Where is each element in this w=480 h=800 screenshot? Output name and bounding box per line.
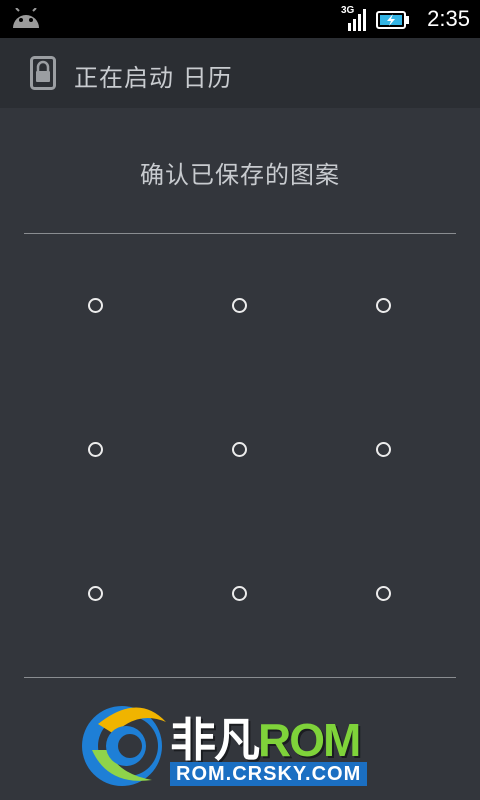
bottom-divider (24, 677, 456, 678)
battery-charging-icon (376, 11, 409, 29)
watermark-brand: 非凡ROM (170, 704, 361, 770)
pattern-dot[interactable] (376, 298, 391, 313)
header: 正在启动 日历 (0, 38, 480, 108)
watermark: 非凡ROM ROM.CRSKY.COM (78, 694, 418, 794)
pattern-dot[interactable] (88, 298, 103, 313)
pattern-dot[interactable] (232, 586, 247, 601)
status-bar: 3G 2:35 (0, 0, 480, 38)
android-icon (13, 8, 39, 28)
pattern-dot[interactable] (232, 298, 247, 313)
page-title: 正在启动 日历 (74, 64, 233, 92)
pattern-dot[interactable] (376, 586, 391, 601)
signal-icon (348, 9, 366, 31)
watermark-brand-accent: ROM (258, 714, 361, 766)
watermark-url: ROM.CRSKY.COM (170, 762, 368, 786)
pattern-prompt: 确认已保存的图案 (140, 161, 340, 189)
lock-icon (30, 56, 56, 90)
pattern-dot[interactable] (88, 442, 103, 457)
pattern-dot[interactable] (88, 586, 103, 601)
crsky-logo-icon (82, 706, 166, 786)
pattern-dot[interactable] (232, 442, 247, 457)
watermark-brand-main: 非凡 (170, 714, 260, 766)
clock: 2:35 (427, 6, 470, 31)
top-divider (24, 233, 456, 234)
pattern-dot[interactable] (376, 442, 391, 457)
